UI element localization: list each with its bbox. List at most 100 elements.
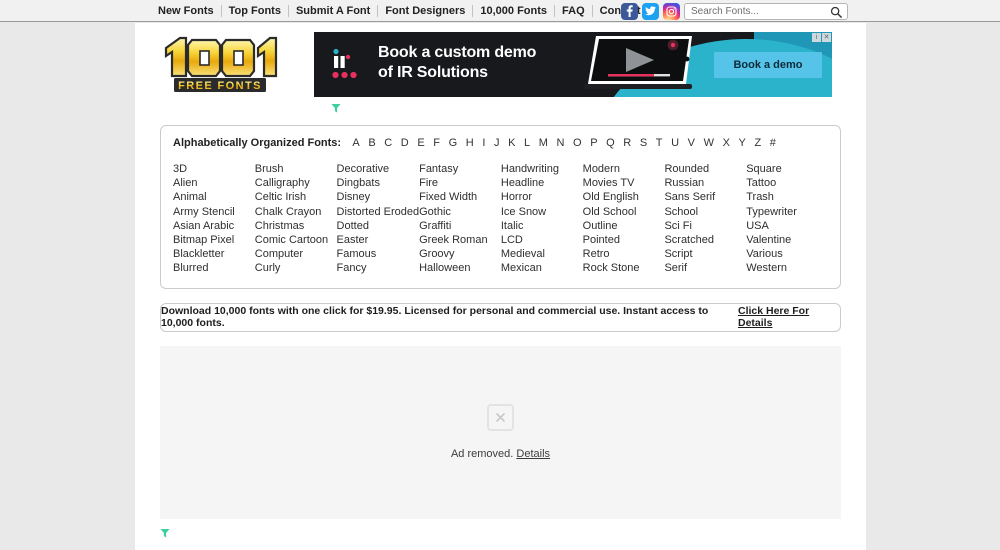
category-link[interactable]: Old School <box>583 205 665 219</box>
category-link[interactable]: Halloween <box>419 261 501 275</box>
search-box[interactable] <box>684 2 848 20</box>
category-link[interactable]: Distorted Eroded <box>337 205 420 219</box>
category-link[interactable]: Headline <box>501 176 583 190</box>
site-logo[interactable]: FREE FONTS <box>160 32 280 94</box>
category-link[interactable]: Medieval <box>501 247 583 261</box>
category-link[interactable]: Gothic <box>419 205 501 219</box>
category-link[interactable]: Disney <box>337 190 420 204</box>
banner-cta-button[interactable]: Book a demo <box>714 52 822 78</box>
category-link[interactable]: Rounded <box>664 162 746 176</box>
category-link[interactable]: Scratched <box>664 233 746 247</box>
category-link[interactable]: Graffiti <box>419 219 501 233</box>
alpha-link-e[interactable]: E <box>413 137 429 149</box>
nav-top-fonts[interactable]: Top Fonts <box>222 4 288 18</box>
category-link[interactable]: Western <box>746 261 828 275</box>
alpha-link-w[interactable]: W <box>699 137 718 149</box>
category-link[interactable]: Rock Stone <box>583 261 665 275</box>
category-link[interactable]: Fire <box>419 176 501 190</box>
category-link[interactable]: Serif <box>664 261 746 275</box>
category-link[interactable]: Mexican <box>501 261 583 275</box>
category-link[interactable]: Fixed Width <box>419 190 501 204</box>
category-link[interactable]: Russian <box>664 176 746 190</box>
category-link[interactable]: Trash <box>746 190 828 204</box>
alpha-link-p[interactable]: P <box>586 137 602 149</box>
category-link[interactable]: Modern <box>583 162 665 176</box>
adchoices-info-icon[interactable]: i <box>812 33 821 42</box>
alpha-link-g[interactable]: G <box>444 137 461 149</box>
category-link[interactable]: Blurred <box>173 261 255 275</box>
alpha-link-l[interactable]: L <box>520 137 535 149</box>
category-link[interactable]: Sci Fi <box>664 219 746 233</box>
nav-10000-fonts[interactable]: 10,000 Fonts <box>473 4 554 18</box>
category-link[interactable]: Easter <box>337 233 420 247</box>
category-link[interactable]: Brush <box>255 162 337 176</box>
banner-advertisement[interactable]: Book a custom demo of IR Solutions Book … <box>314 32 832 97</box>
category-link[interactable]: Ice Snow <box>501 205 583 219</box>
alpha-link-k[interactable]: K <box>504 137 520 149</box>
alpha-link-hash[interactable]: # <box>765 137 780 149</box>
alpha-link-y[interactable]: Y <box>734 137 750 149</box>
category-link[interactable]: Typewriter <box>746 205 828 219</box>
category-link[interactable]: School <box>664 205 746 219</box>
filter-funnel-icon[interactable] <box>160 528 170 539</box>
category-link[interactable]: Square <box>746 162 828 176</box>
category-link[interactable]: Tattoo <box>746 176 828 190</box>
category-link[interactable]: Animal <box>173 190 255 204</box>
category-link[interactable]: Fantasy <box>419 162 501 176</box>
nav-font-designers[interactable]: Font Designers <box>378 4 472 18</box>
category-link[interactable]: Curly <box>255 261 337 275</box>
promo-banner[interactable]: Download 10,000 fonts with one click for… <box>160 302 841 332</box>
alpha-link-h[interactable]: H <box>461 137 478 149</box>
category-link[interactable]: Christmas <box>255 219 337 233</box>
category-link[interactable]: Decorative <box>337 162 420 176</box>
alpha-link-o[interactable]: O <box>569 137 586 149</box>
category-link[interactable]: Dotted <box>337 219 420 233</box>
facebook-icon[interactable] <box>621 2 638 20</box>
alpha-link-j[interactable]: J <box>490 137 504 149</box>
ad-close-icon[interactable]: ✕ <box>822 33 831 42</box>
category-link[interactable]: Bitmap Pixel <box>173 233 255 247</box>
alpha-link-d[interactable]: D <box>397 137 414 149</box>
category-link[interactable]: Chalk Crayon <box>255 205 337 219</box>
alpha-link-v[interactable]: V <box>683 137 699 149</box>
alpha-link-r[interactable]: R <box>619 137 636 149</box>
category-link[interactable]: Greek Roman <box>419 233 501 247</box>
category-link[interactable]: Famous <box>337 247 420 261</box>
alpha-link-n[interactable]: N <box>552 137 569 149</box>
alpha-link-z[interactable]: Z <box>750 137 765 149</box>
alpha-link-m[interactable]: M <box>534 137 552 149</box>
category-link[interactable]: Fancy <box>337 261 420 275</box>
category-link[interactable]: Various <box>746 247 828 261</box>
alpha-link-t[interactable]: T <box>651 137 666 149</box>
alpha-link-s[interactable]: S <box>636 137 652 149</box>
alpha-link-a[interactable]: A <box>348 137 364 149</box>
category-link[interactable]: Movies TV <box>583 176 665 190</box>
category-link[interactable]: Script <box>664 247 746 261</box>
search-input[interactable] <box>691 5 829 17</box>
category-link[interactable]: Army Stencil <box>173 205 255 219</box>
category-link[interactable]: Handwriting <box>501 162 583 176</box>
twitter-icon[interactable] <box>642 2 659 20</box>
instagram-icon[interactable] <box>663 2 680 20</box>
category-link[interactable]: Computer <box>255 247 337 261</box>
category-link[interactable]: Retro <box>583 247 665 261</box>
ad-details-link[interactable]: Details <box>516 448 550 460</box>
promo-details-link[interactable]: Click Here For Details <box>738 305 840 329</box>
nav-submit-a-font[interactable]: Submit A Font <box>289 4 377 18</box>
alpha-link-f[interactable]: F <box>429 137 444 149</box>
category-link[interactable]: Valentine <box>746 233 828 247</box>
category-link[interactable]: Groovy <box>419 247 501 261</box>
alpha-link-i[interactable]: I <box>478 137 490 149</box>
alpha-link-x[interactable]: X <box>718 137 734 149</box>
category-link[interactable]: Horror <box>501 190 583 204</box>
category-link[interactable]: Celtic Irish <box>255 190 337 204</box>
alpha-link-c[interactable]: C <box>380 137 397 149</box>
category-link[interactable]: Asian Arabic <box>173 219 255 233</box>
category-link[interactable]: Dingbats <box>337 176 420 190</box>
alpha-link-u[interactable]: U <box>667 137 684 149</box>
category-link[interactable]: Old English <box>583 190 665 204</box>
category-link[interactable]: Blackletter <box>173 247 255 261</box>
category-link[interactable]: 3D <box>173 162 255 176</box>
nav-faq[interactable]: FAQ <box>555 4 592 18</box>
category-link[interactable]: LCD <box>501 233 583 247</box>
